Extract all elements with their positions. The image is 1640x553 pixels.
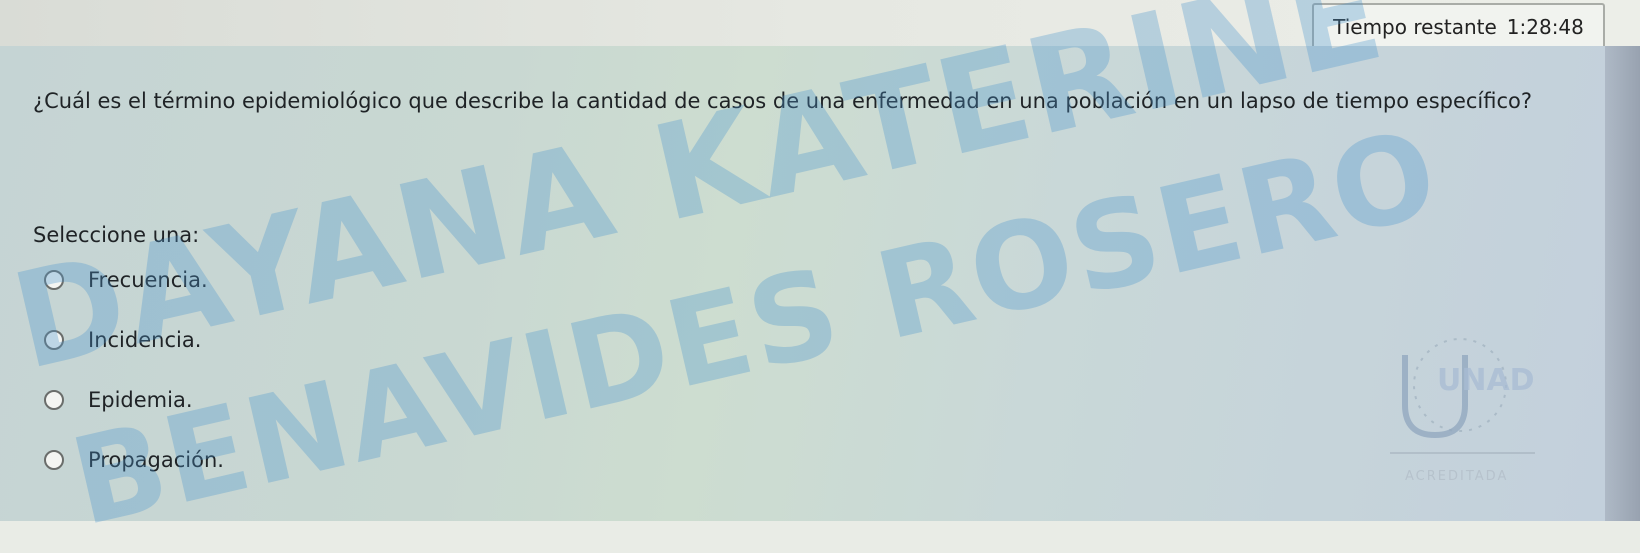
select-one-prompt: Seleccione una: [33, 223, 200, 247]
option-label: Frecuencia. [88, 268, 208, 292]
option-propagacion[interactable]: Propagación. [44, 445, 224, 475]
radio-button-unchecked-icon[interactable] [44, 270, 64, 290]
timer-label: Tiempo restante [1333, 15, 1497, 39]
timer-value: 1:28:48 [1506, 15, 1584, 39]
panel-edge [1605, 46, 1640, 521]
option-label: Propagación. [88, 448, 224, 472]
radio-button-unchecked-icon[interactable] [44, 390, 64, 410]
option-epidemia[interactable]: Epidemia. [44, 385, 193, 415]
option-label: Epidemia. [88, 388, 193, 412]
question-text: ¿Cuál es el término epidemiológico que d… [33, 89, 1533, 113]
radio-button-unchecked-icon[interactable] [44, 330, 64, 350]
option-label: Incidencia. [88, 328, 202, 352]
time-remaining-box: Tiempo restante 1:28:48 [1312, 3, 1605, 51]
radio-button-unchecked-icon[interactable] [44, 450, 64, 470]
option-incidencia[interactable]: Incidencia. [44, 325, 201, 355]
option-frecuencia[interactable]: Frecuencia. [44, 265, 208, 295]
